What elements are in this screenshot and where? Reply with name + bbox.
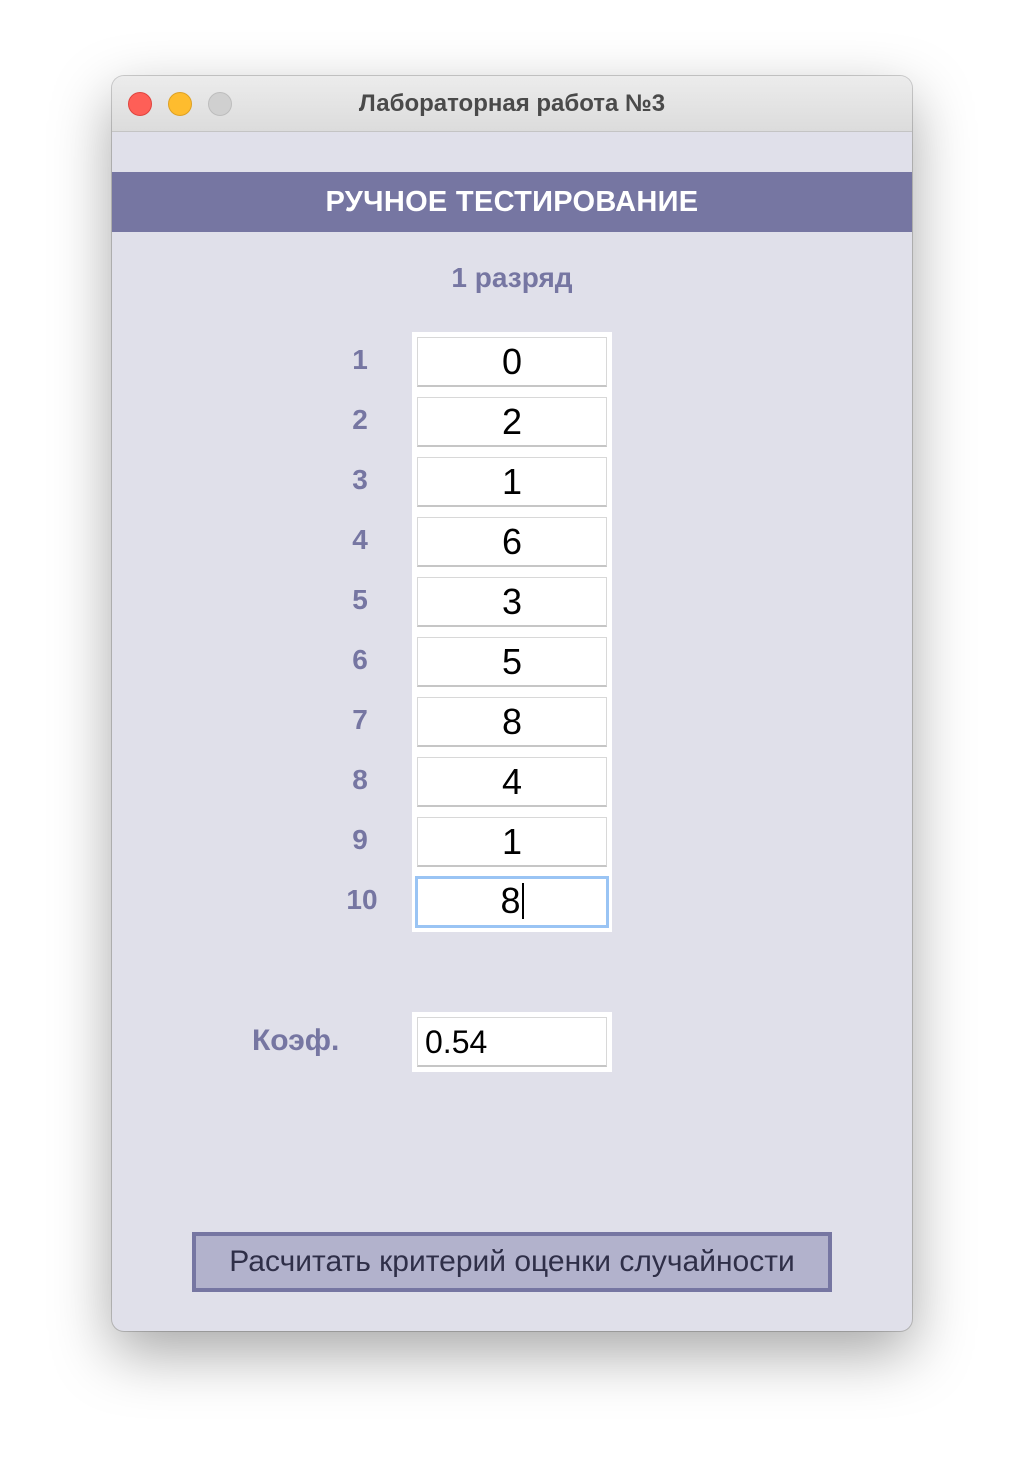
- row-label-4: 4: [352, 524, 368, 555]
- minimize-icon[interactable]: [168, 92, 192, 116]
- row-label-1: 1: [352, 344, 368, 375]
- app-window: Лабораторная работа №3 РУЧНОЕ ТЕСТИРОВАН…: [112, 76, 912, 1331]
- value-field-9[interactable]: 1: [417, 817, 607, 867]
- row-label-2: 2: [352, 404, 368, 435]
- value-field-7[interactable]: 8: [417, 697, 607, 747]
- row-label-10: 10: [346, 884, 378, 915]
- row-label-3: 3: [352, 464, 368, 495]
- row-label-7: 7: [352, 704, 368, 735]
- value-field-4[interactable]: 6: [417, 517, 607, 567]
- text-caret: [521, 883, 524, 920]
- value-field-8[interactable]: 4: [417, 757, 607, 807]
- row-label-6: 6: [352, 644, 368, 675]
- value-field-10[interactable]: 8: [415, 876, 609, 928]
- title-bar[interactable]: Лабораторная работа №3: [112, 76, 912, 132]
- value-field-5[interactable]: 3: [417, 577, 607, 627]
- zoom-icon[interactable]: [208, 92, 232, 116]
- calculate-randomness-button[interactable]: Расчитать критерий оценки случайности: [192, 1232, 832, 1292]
- value-field-10-text: 8: [500, 880, 521, 921]
- value-field-6[interactable]: 5: [417, 637, 607, 687]
- value-field-1[interactable]: 0: [417, 337, 607, 387]
- close-icon[interactable]: [128, 92, 152, 116]
- coefficient-label: Коэф.: [252, 1024, 340, 1057]
- row-label-9: 9: [352, 824, 368, 855]
- value-field-3[interactable]: 1: [417, 457, 607, 507]
- digit-heading: 1 разряд: [451, 262, 573, 293]
- value-field-2[interactable]: 2: [417, 397, 607, 447]
- coefficient-field[interactable]: 0.54: [417, 1017, 607, 1067]
- window-title: Лабораторная работа №3: [358, 90, 666, 117]
- row-label-5: 5: [352, 584, 368, 615]
- manual-testing-banner: РУЧНОЕ ТЕСТИРОВАНИЕ: [112, 172, 912, 232]
- row-label-8: 8: [352, 764, 368, 795]
